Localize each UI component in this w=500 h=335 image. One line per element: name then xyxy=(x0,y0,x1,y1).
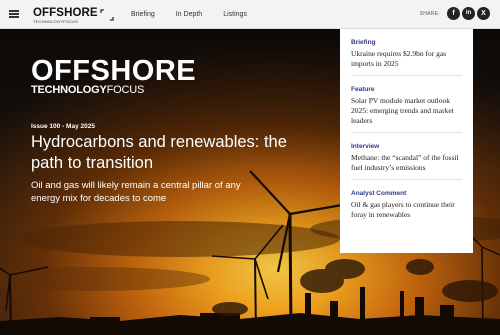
contents-item-briefing[interactable]: Briefing Ukraine requires $2.9bn for gas… xyxy=(351,29,462,76)
site-logo[interactable]: OFFSHORE TECHNOLOGYFOCUS xyxy=(33,7,98,24)
brand-subtitle-bold: TECHNOLOGY xyxy=(31,84,107,96)
contents-card: Briefing Ukraine requires $2.9bn for gas… xyxy=(340,29,473,253)
logo-sub-text: TECHNOLOGYFOCUS xyxy=(33,19,79,24)
nav-listings[interactable]: Listings xyxy=(223,11,247,18)
linkedin-icon[interactable]: in xyxy=(462,7,475,20)
x-icon[interactable]: X xyxy=(477,7,490,20)
item-title[interactable]: Solar PV module market outlook 2025: eme… xyxy=(351,96,462,126)
facebook-icon[interactable]: f xyxy=(447,7,460,20)
item-title[interactable]: Methane: the “scandal” of the fossil fue… xyxy=(351,153,462,173)
top-bar: OFFSHORE TECHNOLOGYFOCUS Briefing In Dep… xyxy=(0,0,500,29)
share-label: SHARE: xyxy=(419,11,440,17)
hero-headline[interactable]: Hydrocarbons and renewables: the path to… xyxy=(31,132,321,174)
nav-in-depth[interactable]: In Depth xyxy=(176,11,202,18)
nav-briefing[interactable]: Briefing xyxy=(131,11,155,18)
item-title[interactable]: Ukraine requires $2.9bn for gas imports … xyxy=(351,49,462,69)
item-kicker: Interview xyxy=(351,143,380,150)
item-kicker: Briefing xyxy=(351,39,376,46)
issue-label: Issue 100 - May 2025 xyxy=(31,123,95,130)
brand-subtitle-thin: FOCUS xyxy=(106,84,145,96)
brand-title: OFFSHORE xyxy=(31,55,197,87)
contents-item-interview[interactable]: Interview Methane: the “scandal” of the … xyxy=(351,133,462,180)
contents-item-analyst-comment[interactable]: Analyst Comment Oil & gas players to con… xyxy=(351,180,462,226)
logo-main-text: OFFSHORE xyxy=(33,7,98,19)
hero-standfirst: Oil and gas will likely remain a central… xyxy=(31,180,241,204)
main-nav: Briefing In Depth Listings xyxy=(131,11,268,18)
fullscreen-icon[interactable] xyxy=(100,9,114,21)
item-kicker: Analyst Comment xyxy=(351,190,407,197)
menu-icon[interactable] xyxy=(9,10,19,18)
magazine-brand: OFFSHORE TECHNOLOGYFOCUS xyxy=(31,55,197,97)
item-kicker: Feature xyxy=(351,86,375,93)
contents-item-feature[interactable]: Feature Solar PV module market outlook 2… xyxy=(351,76,462,133)
item-title[interactable]: Oil & gas players to continue their fora… xyxy=(351,200,462,220)
